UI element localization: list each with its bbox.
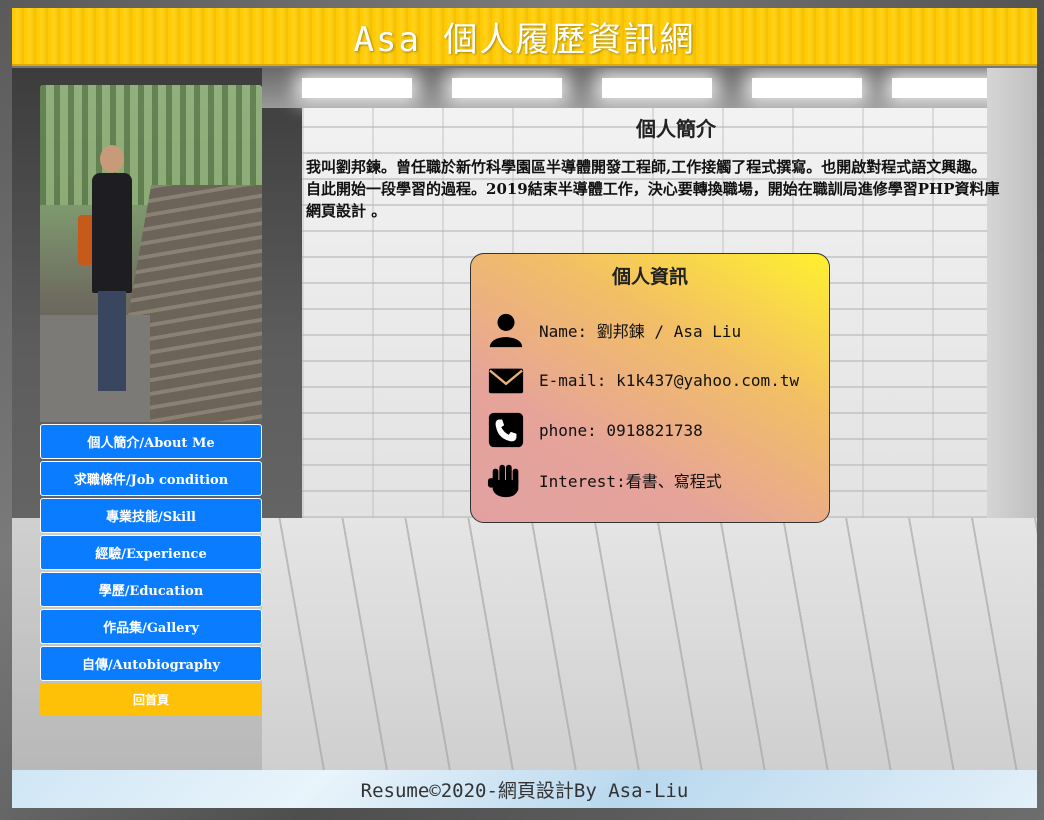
photo-body [92,173,132,293]
photo-head [100,145,124,173]
site-footer: Resume©2020-網頁設計By Asa-Liu [12,770,1037,808]
intro-section: 個人簡介 我叫劉邦鍊。曾任職於新竹科學園區半導體開發工程師,工作接觸了程式撰寫。… [306,113,1006,222]
site-title: Asa 個人履歷資訊網 [353,19,696,60]
nav-autobiography[interactable]: 自傳/Autobiography [40,646,262,681]
ceiling-light [602,78,712,98]
info-title: 個人資訊 [611,266,688,288]
user-icon [489,313,523,348]
ceiling-light [752,78,862,98]
ceiling-light [302,78,412,98]
photo-person [78,145,134,395]
nav-home-button[interactable]: 回首頁 [40,683,262,716]
ceiling-light [452,78,562,98]
nav-job-condition[interactable]: 求職條件/Job condition [40,461,262,496]
intro-body: 我叫劉邦鍊。曾任職於新竹科學園區半導體開發工程師,工作接觸了程式撰寫。也開啟對程… [306,158,1000,220]
info-row-name: Name: 劉邦鍊 / Asa Liu [487,305,813,355]
nav-experience[interactable]: 經驗/Experience [40,535,262,570]
profile-photo [40,85,262,422]
ceiling [262,68,1037,108]
envelope-icon [488,368,524,394]
info-phone: phone: 0918821738 [539,420,703,440]
sidebar: 個人簡介/About Me 求職條件/Job condition 專業技能/Sk… [40,85,262,716]
intro-title: 個人簡介 [636,117,716,141]
ceiling-light [892,78,1002,98]
info-name: Name: 劉邦鍊 / Asa Liu [539,322,742,341]
info-interest: Interest:看書、寫程式 [539,472,722,491]
nav-gallery[interactable]: 作品集/Gallery [40,609,262,644]
footer-text: Resume©2020-網頁設計By Asa-Liu [360,779,689,802]
photo-legs [98,291,126,391]
info-row-email: E-mail: k1k437@yahoo.com.tw [487,355,813,405]
info-row-interest: Interest:看書、寫程式 [487,455,813,505]
phone-icon [488,412,524,448]
info-email[interactable]: E-mail: k1k437@yahoo.com.tw [539,371,799,390]
info-card: 個人資訊 Name: 劉邦鍊 / Asa Liu E-mail: k1k437@… [470,253,830,523]
site-header: Asa 個人履歷資訊網 [12,8,1037,66]
nav-skill[interactable]: 專業技能/Skill [40,498,262,533]
wood-floor [262,518,1037,770]
hand-icon [487,464,519,498]
nav-education[interactable]: 學歷/Education [40,572,262,607]
nav-about-me[interactable]: 個人簡介/About Me [40,424,262,459]
page-frame: Asa 個人履歷資訊網 個人簡介/About Me 求職條件/Job condi… [12,8,1037,808]
info-row-phone: phone: 0918821738 [487,405,813,455]
